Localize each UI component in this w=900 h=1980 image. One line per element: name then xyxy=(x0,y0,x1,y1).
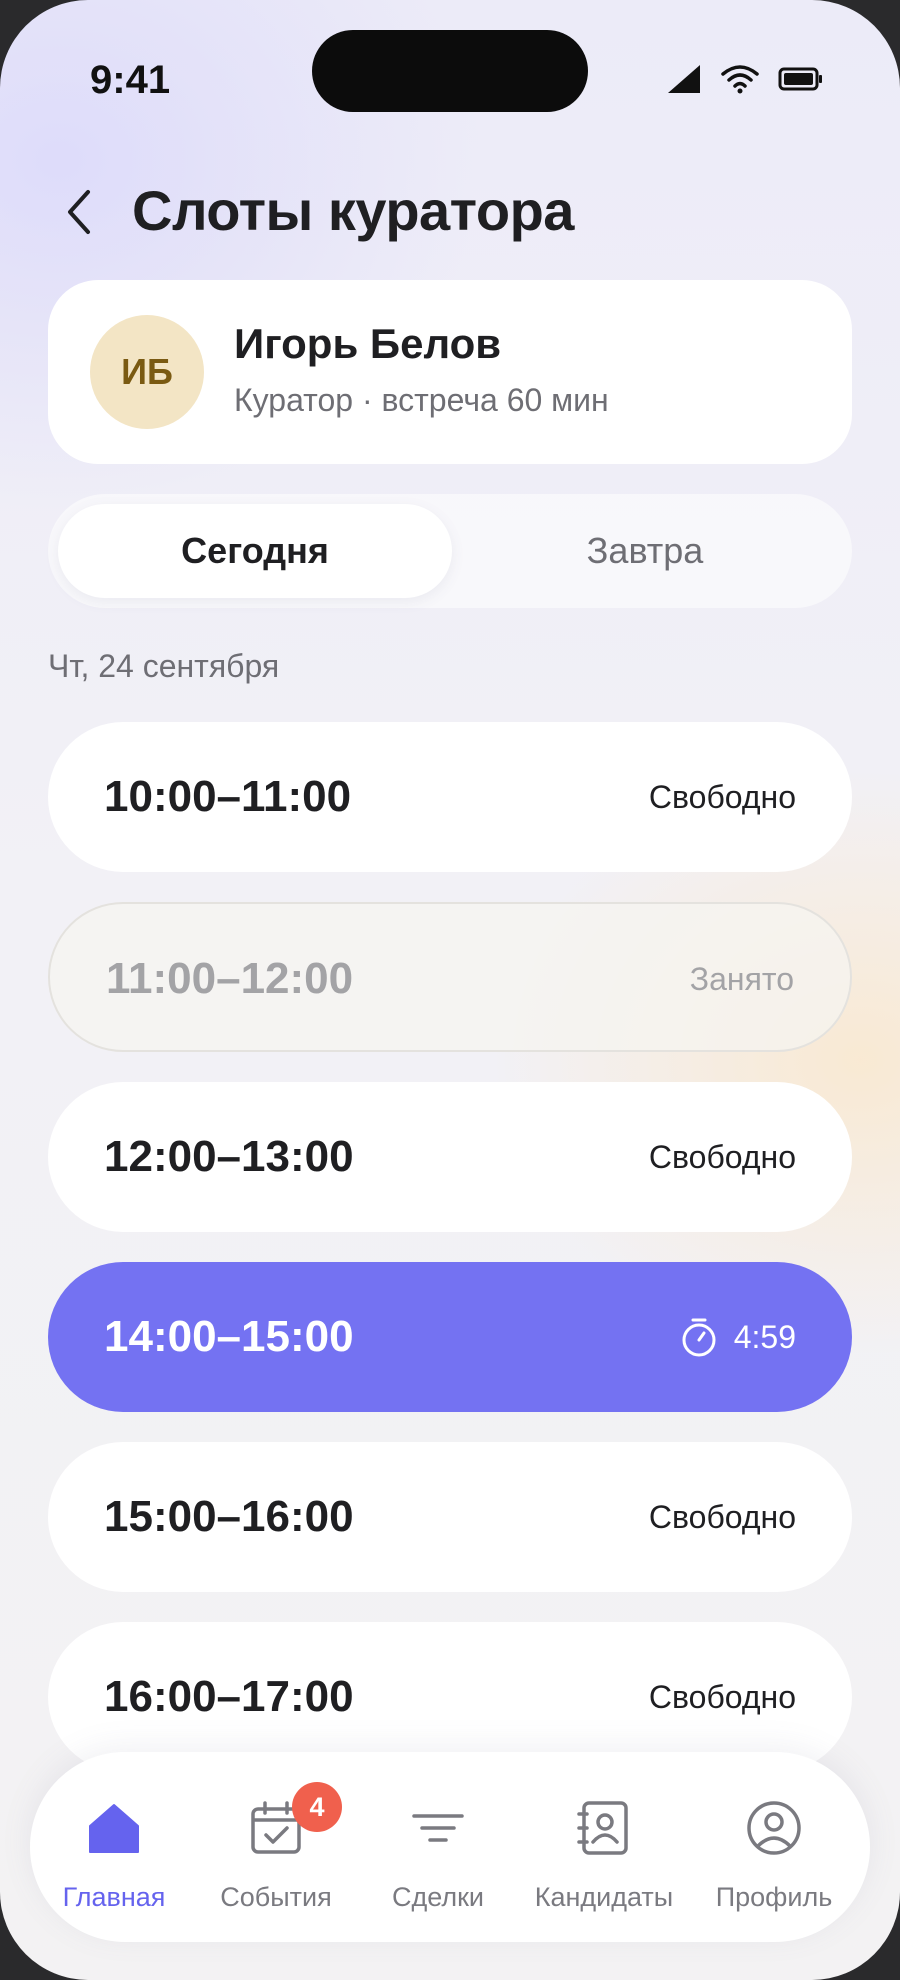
slot-time: 10:00–11:00 xyxy=(104,772,352,821)
profile-icon xyxy=(747,1801,801,1855)
tab-label: Главная xyxy=(62,1882,166,1912)
tab-events[interactable]: События xyxy=(192,1752,360,1942)
notification-badge: 4 xyxy=(292,1782,342,1832)
slot-time: 12:00–13:00 xyxy=(104,1132,354,1181)
page-title: Слоты куратора xyxy=(132,179,574,242)
tab-label: Профиль xyxy=(715,1882,833,1912)
battery-icon xyxy=(778,67,822,91)
curator-name: Игорь Белов xyxy=(234,320,502,367)
home-icon xyxy=(89,1804,139,1853)
page-header: Слоты куратора xyxy=(0,170,900,250)
slot-item[interactable]: 16:00–17:00 Свободно xyxy=(48,1622,852,1772)
tab-candidates[interactable]: Кандидаты xyxy=(520,1752,688,1942)
slot-status-label: Свободно xyxy=(648,778,796,815)
stopwatch-icon xyxy=(682,1318,716,1357)
slot-time: 11:00–12:00 xyxy=(106,954,354,1003)
tab-tomorrow[interactable]: Завтра xyxy=(448,504,842,598)
slot-status: Занято xyxy=(690,904,794,1054)
status-icons xyxy=(666,64,824,94)
slot-status: Свободно xyxy=(649,722,796,872)
slot-item[interactable]: 12:00–13:00 Свободно xyxy=(48,1082,852,1232)
status-time: 9:41 xyxy=(90,58,171,102)
contacts-icon xyxy=(577,1801,628,1855)
tab-deals[interactable]: Сделки xyxy=(354,1752,522,1942)
slot-timer: 4:59 xyxy=(680,1262,796,1412)
dynamic-island xyxy=(312,30,588,112)
curator-card: ИБ Игорь Белов Куратор · встреча 60 мин xyxy=(48,280,852,464)
avatar: ИБ xyxy=(90,315,204,429)
day-selector: Сегодня Завтра xyxy=(48,494,852,608)
slot-item[interactable]: 10:00–11:00 Свободно xyxy=(48,722,852,872)
slot-status-label: Занято xyxy=(689,960,794,997)
slot-timer-value: 4:59 xyxy=(733,1318,796,1355)
slot-status-label: Свободно xyxy=(648,1678,796,1715)
slot-status-label: Свободно xyxy=(648,1138,796,1175)
slot-status: Свободно xyxy=(649,1442,796,1592)
slot-status: Свободно xyxy=(649,1622,796,1772)
tab-home[interactable]: Главная xyxy=(30,1752,198,1942)
slot-item-busy: 11:00–12:00 Занято xyxy=(48,902,852,1052)
tab-label: Сделки xyxy=(391,1882,485,1912)
tab-label: Кандидаты xyxy=(534,1882,674,1912)
slot-status-label: Свободно xyxy=(648,1498,796,1535)
slot-time: 14:00–15:00 xyxy=(104,1312,354,1361)
cellular-signal-icon xyxy=(668,65,700,93)
curator-subtitle: Куратор · встреча 60 мин xyxy=(234,382,609,418)
tab-bar: Главная События 4 Сделки Кандидаты Профи… xyxy=(30,1752,870,1942)
wifi-icon xyxy=(721,65,759,94)
tab-today[interactable]: Сегодня xyxy=(58,504,452,598)
date-label: Чт, 24 сентября xyxy=(48,648,280,684)
filter-icon xyxy=(412,1814,464,1842)
back-icon[interactable] xyxy=(58,188,98,236)
tab-profile[interactable]: Профиль xyxy=(690,1752,858,1942)
slot-time: 16:00–17:00 xyxy=(104,1672,354,1721)
slot-status: Свободно xyxy=(649,1082,796,1232)
phone-screen: 9:41 Слоты куратора ИБ Игорь Белов Курат… xyxy=(0,0,900,1980)
slot-time: 15:00–16:00 xyxy=(104,1492,354,1541)
slot-item-selected[interactable]: 14:00–15:00 4:59 xyxy=(48,1262,852,1412)
slot-item[interactable]: 15:00–16:00 Свободно xyxy=(48,1442,852,1592)
tab-label: События xyxy=(220,1882,332,1912)
